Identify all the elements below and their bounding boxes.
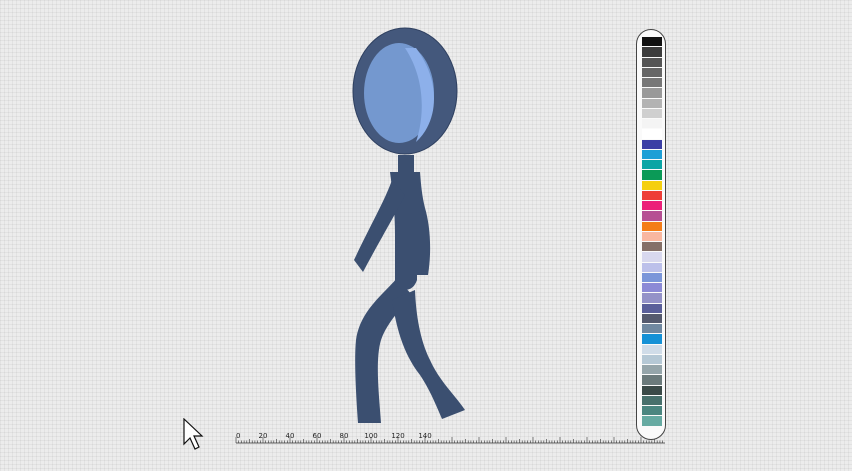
color-swatch[interactable] [642, 324, 662, 334]
color-swatch[interactable] [642, 395, 662, 406]
color-swatch[interactable] [642, 375, 662, 385]
drawing-canvas[interactable]: 0 20 40 60 80 100 120 140 [0, 0, 852, 471]
color-swatch[interactable] [642, 293, 662, 303]
color-swatch[interactable] [642, 385, 662, 395]
color-swatch[interactable] [642, 57, 662, 67]
ruler-label: 120 [391, 432, 404, 440]
ruler-label: 80 [340, 432, 349, 440]
color-swatch[interactable] [642, 170, 662, 180]
color-swatch[interactable] [642, 344, 662, 354]
color-palette [636, 29, 666, 440]
color-swatch[interactable] [642, 283, 662, 293]
stick-figure[interactable] [352, 27, 465, 423]
color-swatch[interactable] [642, 67, 662, 78]
color-swatch[interactable] [642, 262, 662, 272]
ruler-label: 20 [259, 432, 268, 440]
horizontal-ruler: 0 20 40 60 80 100 120 140 [235, 432, 665, 444]
color-swatch[interactable] [642, 180, 662, 190]
ruler-label: 60 [313, 432, 322, 440]
ruler-label: 140 [418, 432, 431, 440]
color-swatch[interactable] [642, 231, 662, 242]
mouse-cursor-icon [183, 418, 204, 450]
color-swatch[interactable] [642, 47, 662, 57]
color-swatch[interactable] [642, 242, 662, 252]
color-swatch[interactable] [642, 201, 662, 211]
color-swatch[interactable] [642, 221, 662, 231]
color-swatch[interactable] [642, 119, 662, 129]
color-swatch[interactable] [642, 37, 662, 47]
color-swatch[interactable] [642, 108, 662, 119]
color-swatch[interactable] [642, 272, 662, 283]
color-swatch[interactable] [642, 313, 662, 324]
ruler-label: 40 [286, 432, 295, 440]
color-swatch[interactable] [642, 354, 662, 365]
color-swatch[interactable] [642, 88, 662, 98]
color-swatch[interactable] [642, 416, 662, 426]
color-swatch[interactable] [642, 129, 662, 139]
color-swatch[interactable] [642, 365, 662, 375]
color-swatch[interactable] [642, 406, 662, 416]
color-swatch[interactable] [642, 78, 662, 88]
front-leg[interactable] [392, 290, 465, 419]
color-swatch[interactable] [642, 334, 662, 344]
color-swatch-list [642, 37, 662, 427]
neck [398, 155, 414, 177]
color-swatch[interactable] [642, 303, 662, 313]
color-swatch[interactable] [642, 98, 662, 108]
ruler-label: 100 [364, 432, 377, 440]
color-swatch[interactable] [642, 190, 662, 201]
color-swatch[interactable] [642, 160, 662, 170]
color-swatch[interactable] [642, 252, 662, 262]
color-swatch[interactable] [642, 139, 662, 149]
color-swatch[interactable] [642, 149, 662, 160]
ruler-label: 0 [236, 432, 240, 440]
color-swatch[interactable] [642, 211, 662, 221]
